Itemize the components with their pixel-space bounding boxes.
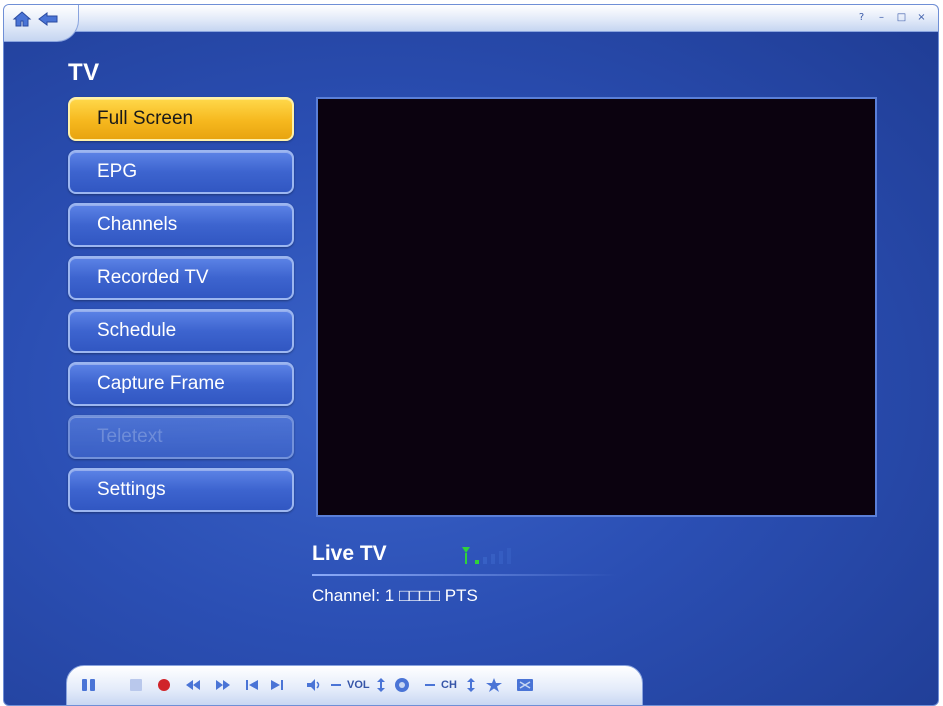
media-center-window: ? – □ × TV Full Screen EPG Channels Reco… [3, 4, 939, 706]
channel-info: Channel: 1 □□□□ PTS [312, 586, 478, 605]
fast-forward-icon[interactable] [213, 676, 233, 694]
volume-up-icon[interactable] [373, 676, 389, 694]
speaker-icon[interactable] [305, 676, 325, 694]
record-icon[interactable] [155, 676, 173, 694]
pause-icon[interactable] [79, 676, 99, 694]
volume-down-icon[interactable] [329, 676, 343, 694]
section-title: TV [68, 59, 100, 86]
title-bar: ? – □ × [4, 5, 938, 32]
skip-forward-icon[interactable] [267, 676, 287, 694]
transport-bar: VOL CH [66, 665, 643, 705]
mute-icon[interactable] [393, 676, 411, 694]
menu-item-epg[interactable]: EPG [68, 150, 294, 194]
video-preview[interactable] [316, 97, 877, 517]
close-button[interactable]: × [915, 11, 928, 24]
menu-item-recorded-tv[interactable]: Recorded TV [68, 256, 294, 300]
skip-back-icon[interactable] [243, 676, 263, 694]
menu-item-full-screen[interactable]: Full Screen [68, 97, 294, 141]
live-tv-title: Live TV [312, 542, 387, 565]
maximize-button[interactable]: □ [895, 11, 908, 24]
mini-mode-icon[interactable] [515, 676, 535, 694]
menu-item-capture-frame[interactable]: Capture Frame [68, 362, 294, 406]
back-arrow-icon[interactable] [36, 9, 60, 29]
signal-strength-icon [462, 547, 511, 564]
volume-label: VOL [347, 679, 370, 691]
menu-item-channels[interactable]: Channels [68, 203, 294, 247]
window-controls: ? – □ × [855, 11, 928, 24]
channel-down-icon[interactable] [423, 676, 437, 694]
divider [312, 574, 617, 576]
help-button[interactable]: ? [855, 11, 868, 24]
tv-menu: Full Screen EPG Channels Recorded TV Sch… [68, 97, 294, 521]
channel-up-icon[interactable] [463, 676, 479, 694]
menu-item-schedule[interactable]: Schedule [68, 309, 294, 353]
favorite-star-icon[interactable] [485, 676, 503, 694]
minimize-button[interactable]: – [875, 11, 888, 24]
home-icon[interactable] [10, 9, 34, 29]
menu-item-settings[interactable]: Settings [68, 468, 294, 512]
rewind-icon[interactable] [183, 676, 203, 694]
nav-tab [4, 5, 79, 42]
menu-item-teletext: Teletext [68, 415, 294, 459]
stop-icon[interactable] [127, 676, 145, 694]
channel-label: CH [441, 679, 457, 691]
